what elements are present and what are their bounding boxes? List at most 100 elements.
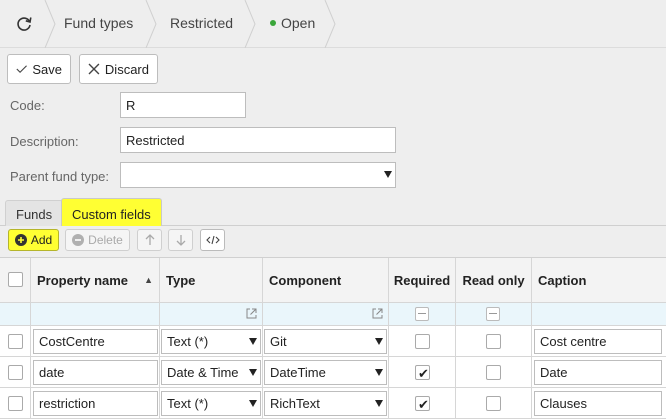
chevron-down-icon [375,369,383,376]
caption-input[interactable]: Cost centre [534,329,662,354]
required-checkbox[interactable]: ✔ [415,365,430,381]
required-checkbox[interactable] [415,334,430,349]
read-only-cell [456,326,532,357]
breadcrumb-separator [324,0,336,48]
type-select[interactable]: Date & Time [161,360,261,385]
breadcrumb-separator [244,0,256,48]
breadcrumb-restricted[interactable]: Restricted [170,15,233,31]
header-read-only[interactable]: Read only [456,258,532,302]
parent-fund-type-select[interactable] [120,162,396,188]
component-select[interactable]: Git [264,329,387,354]
read-only-checkbox[interactable] [486,365,501,380]
breadcrumb: Fund types Restricted Open [0,0,666,48]
required-checkbox[interactable]: ✔ [415,396,430,412]
type-select[interactable]: Text (*) [161,329,261,354]
chevron-down-icon [249,400,257,407]
header-property-name-label: Property name [37,272,129,288]
component-cell: DateTime [263,357,389,388]
read-only-checkbox[interactable] [486,396,501,411]
header-caption[interactable]: Caption [532,258,666,302]
chevron-down-icon [384,171,392,178]
caption-cell: Clauses [532,388,666,419]
type-cell: Date & Time [160,357,263,388]
refresh-icon[interactable] [14,14,34,34]
header-required[interactable]: Required [389,258,456,302]
table-row[interactable]: CostCentre Text (*) Git Cost centre [0,326,666,357]
parent-fund-type-label: Parent fund type: [10,169,110,184]
select-all-cell [0,258,31,302]
chevron-down-icon [375,400,383,407]
type-value: Date & Time [167,365,239,380]
row-select-cell [0,388,31,419]
tab-funds[interactable]: Funds [5,200,64,226]
chevron-down-icon [249,369,257,376]
caption-input[interactable]: Date [534,360,662,385]
move-up-button[interactable] [137,229,162,251]
external-link-icon[interactable] [246,308,257,319]
header-component[interactable]: Component [263,258,389,302]
code-field[interactable]: R [120,92,246,118]
property-cell: restriction [31,388,160,419]
filter-component[interactable] [263,303,389,325]
save-button[interactable]: Save [7,54,71,84]
component-select[interactable]: RichText [264,391,387,416]
component-select[interactable]: DateTime [264,360,387,385]
move-down-button[interactable] [168,229,193,251]
code-label: Code: [10,98,45,113]
add-button[interactable]: Add [8,229,59,251]
row-checkbox[interactable] [8,396,23,411]
caption-input[interactable]: Clauses [534,391,662,416]
filter-row [0,302,666,326]
sort-ascending-icon: ▲ [144,275,153,285]
caption-cell: Date [532,357,666,388]
component-cell: RichText [263,388,389,419]
dash-icon [489,313,497,314]
breadcrumb-fund-types[interactable]: Fund types [64,15,133,31]
filter-property-name[interactable] [31,303,160,325]
table-row[interactable]: restriction Text (*) RichText ✔ Clauses [0,388,666,419]
delete-label: Delete [88,233,123,247]
custom-fields-table: Property name ▲ Type Component Required … [0,257,666,420]
header-property-name[interactable]: Property name ▲ [31,258,160,302]
property-name-input[interactable]: CostCentre [33,329,158,354]
table-row[interactable]: date Date & Time DateTime ✔ Date [0,357,666,388]
tab-custom-fields[interactable]: Custom fields [61,198,162,226]
required-cell: ✔ [389,388,456,419]
checkmark-icon: ✔ [418,366,429,381]
checkmark-icon: ✔ [418,397,429,412]
breadcrumb-separator [145,0,157,48]
filter-caption[interactable] [532,303,666,325]
dash-icon [418,313,426,314]
breadcrumb-separator [44,0,56,48]
arrow-up-icon [145,234,154,245]
description-field[interactable]: Restricted [120,127,396,153]
read-only-cell [456,388,532,419]
property-name-input[interactable]: restriction [33,391,158,416]
code-view-button[interactable] [200,229,225,251]
indeterminate-checkbox[interactable] [486,307,500,321]
type-select[interactable]: Text (*) [161,391,261,416]
property-name-input[interactable]: date [33,360,158,385]
select-all-checkbox[interactable] [8,272,23,287]
required-cell [389,326,456,357]
header-type[interactable]: Type [160,258,263,302]
filter-required[interactable] [389,303,456,325]
row-select-cell [0,357,31,388]
read-only-checkbox[interactable] [486,334,501,349]
indeterminate-checkbox[interactable] [415,307,429,321]
delete-button[interactable]: Delete [65,229,130,251]
filter-read-only[interactable] [456,303,532,325]
description-label: Description: [10,134,79,149]
chevron-down-icon [249,338,257,345]
status-dot-icon [270,20,276,27]
row-checkbox[interactable] [8,334,23,349]
filter-type[interactable] [160,303,263,325]
row-checkbox[interactable] [8,365,23,380]
component-value: RichText [270,396,320,411]
filter-cell [0,303,31,325]
external-link-icon[interactable] [372,308,383,319]
discard-button[interactable]: Discard [79,54,158,84]
component-cell: Git [263,326,389,357]
type-cell: Text (*) [160,326,263,357]
plus-circle-icon [14,234,27,246]
